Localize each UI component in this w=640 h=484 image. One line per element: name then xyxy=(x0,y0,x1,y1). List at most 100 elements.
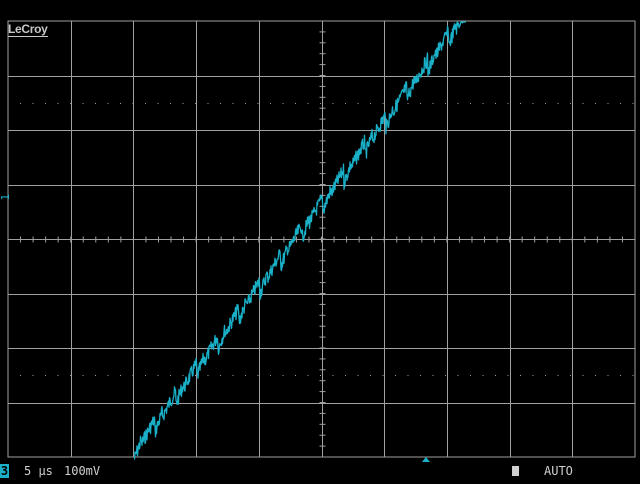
channel-number-badge[interactable]: 3 xyxy=(0,464,9,478)
timebase-readout[interactable]: 5 µs xyxy=(24,464,53,478)
marker-dot xyxy=(120,375,121,376)
marker-dot xyxy=(295,375,296,376)
marker-dot xyxy=(157,375,159,376)
marker-dot xyxy=(57,375,59,376)
marker-dot xyxy=(432,375,434,376)
marker-dot xyxy=(520,375,521,376)
marker-dot xyxy=(95,375,96,376)
marker-dot xyxy=(220,103,221,104)
marker-dot xyxy=(120,103,121,104)
marker-dot xyxy=(595,103,596,104)
marker-dot xyxy=(620,375,621,376)
marker-dot xyxy=(332,375,334,376)
marker-dot xyxy=(532,375,534,376)
marker-dot xyxy=(607,375,609,376)
marker-dot xyxy=(107,375,109,376)
marker-dot xyxy=(32,375,34,376)
marker-dot xyxy=(170,375,171,376)
marker-dot xyxy=(195,103,196,104)
marker-dot xyxy=(445,375,446,376)
marker-dot xyxy=(232,375,234,376)
marker-dot xyxy=(82,375,84,376)
marker-dot xyxy=(495,103,496,104)
marker-dot xyxy=(20,375,21,376)
marker-dot xyxy=(232,103,234,104)
marker-dot xyxy=(620,103,621,104)
marker-dot xyxy=(332,103,334,104)
brand-logo: LeCroy xyxy=(8,22,48,37)
marker-dot xyxy=(532,103,534,104)
marker-dot xyxy=(457,375,459,376)
marker-dot xyxy=(382,375,384,376)
marker-dot xyxy=(557,103,559,104)
status-bar: 3 5 µs 100mV AUTO xyxy=(0,463,640,480)
marker-dot xyxy=(407,103,409,104)
marker-dot xyxy=(220,375,221,376)
marker-dot xyxy=(245,103,246,104)
marker-dot xyxy=(520,103,521,104)
marker-dot xyxy=(132,103,134,104)
marker-dot xyxy=(282,103,284,104)
marker-dot xyxy=(420,375,421,376)
marker-dot xyxy=(307,103,309,104)
marker-dot xyxy=(270,375,271,376)
trigger-position-icon[interactable] xyxy=(422,457,430,462)
trigger-mode[interactable]: AUTO xyxy=(544,464,573,478)
marker-dot xyxy=(107,103,109,104)
marker-dot xyxy=(257,375,259,376)
marker-dot xyxy=(82,103,84,104)
marker-dot xyxy=(132,375,134,376)
marker-dot xyxy=(320,103,321,104)
marker-dot xyxy=(270,103,271,104)
marker-dot xyxy=(382,103,384,104)
marker-dot xyxy=(370,375,371,376)
marker-dot xyxy=(582,375,584,376)
marker-dot xyxy=(357,103,359,104)
marker-dot xyxy=(345,103,346,104)
marker-dot xyxy=(582,103,584,104)
marker-dot xyxy=(457,103,459,104)
marker-dot xyxy=(95,103,96,104)
marker-dot xyxy=(157,103,159,104)
marker-dot xyxy=(32,103,34,104)
marker-dot xyxy=(182,375,184,376)
marker-dot xyxy=(357,375,359,376)
marker-dot xyxy=(370,103,371,104)
marker-dot xyxy=(395,375,396,376)
marker-dot xyxy=(570,103,571,104)
marker-dot xyxy=(482,375,484,376)
marker-dot xyxy=(445,103,446,104)
marker-dot xyxy=(482,103,484,104)
marker-dot xyxy=(20,103,21,104)
marker-dot xyxy=(207,375,209,376)
oscilloscope-screen xyxy=(0,0,640,480)
marker-dot xyxy=(282,375,284,376)
marker-dot xyxy=(195,375,196,376)
marker-dot xyxy=(545,103,546,104)
marker-dot xyxy=(495,375,496,376)
marker-dot xyxy=(57,103,59,104)
marker-dot xyxy=(70,375,71,376)
marker-dot xyxy=(345,375,346,376)
marker-dot xyxy=(470,103,471,104)
marker-dot xyxy=(257,103,259,104)
acquisition-indicator-icon xyxy=(512,466,519,476)
marker-dot xyxy=(70,103,71,104)
marker-dot xyxy=(507,375,509,376)
marker-dot xyxy=(507,103,509,104)
marker-dot xyxy=(182,103,184,104)
marker-dot xyxy=(420,103,421,104)
volts-per-div-readout[interactable]: 100mV xyxy=(64,464,100,478)
waveform-display xyxy=(7,20,636,460)
marker-dot xyxy=(595,375,596,376)
marker-dot xyxy=(320,375,321,376)
marker-dot xyxy=(45,103,46,104)
marker-dot xyxy=(632,375,634,376)
marker-dot xyxy=(307,375,309,376)
marker-dot xyxy=(545,375,546,376)
marker-dot xyxy=(245,375,246,376)
marker-dot xyxy=(432,103,434,104)
marker-dot xyxy=(632,103,634,104)
marker-dot xyxy=(45,375,46,376)
marker-dot xyxy=(145,375,146,376)
